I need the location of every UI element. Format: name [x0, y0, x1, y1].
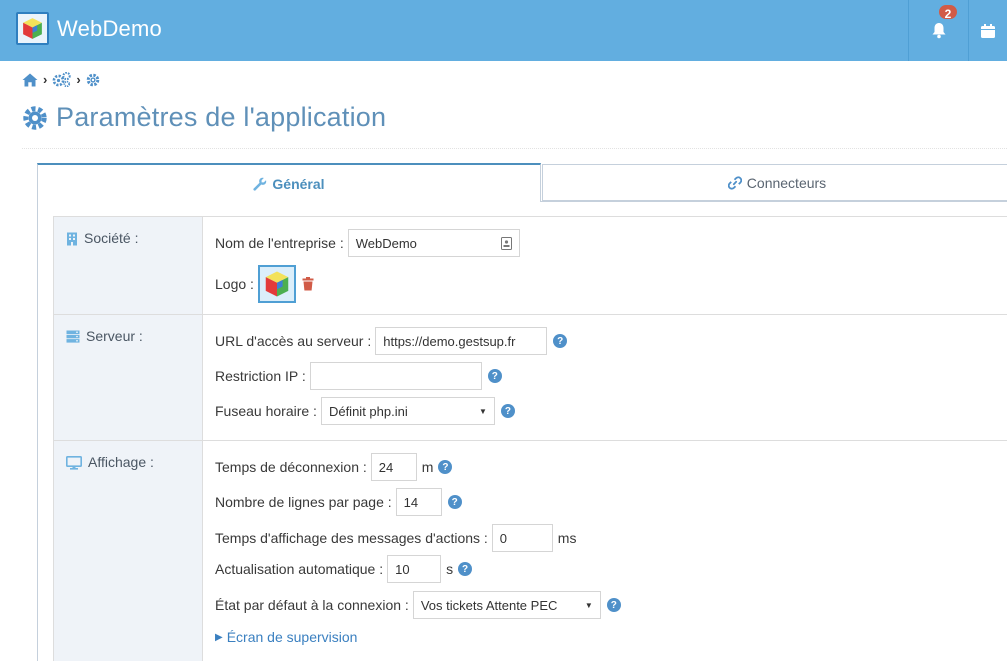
default-state-label: État par défaut à la connexion :	[215, 597, 409, 613]
message-time-label: Temps d'affichage des messages d'actions…	[215, 530, 488, 546]
company-name-label: Nom de l'entreprise :	[215, 235, 344, 251]
tab-general-label: Général	[272, 175, 325, 192]
wrench-icon	[253, 177, 267, 191]
caret-right-icon: ▶	[215, 631, 223, 643]
company-name-input[interactable]: WebDemo	[347, 229, 520, 257]
timeout-label: Temps de déconnexion :	[215, 459, 367, 475]
auto-refresh-label: Actualisation automatique :	[215, 561, 384, 577]
calendar-button[interactable]	[970, 0, 1007, 61]
section-serveur-header: Serveur :	[53, 315, 203, 440]
home-icon[interactable]	[22, 73, 38, 87]
help-icon[interactable]: ?	[553, 334, 568, 348]
breadcrumb-separator: ›	[43, 72, 48, 87]
building-icon	[67, 232, 77, 246]
settings-cog-icon	[23, 105, 47, 130]
section-affichage-body: Temps de déconnexion : 24 m ? Nombre de …	[204, 441, 1007, 661]
timeout-field: Temps de déconnexion : 24 m ?	[215, 453, 453, 481]
section-serveur: Serveur : URL d'accès au serveur : https…	[53, 314, 1007, 440]
auto-refresh-field: Actualisation automatique : 10 s ?	[215, 555, 473, 583]
timezone-field: Fuseau horaire : Définit php.ini ▼ ?	[215, 397, 515, 425]
section-societe: Société : Nom de l'entreprise : WebDemo …	[53, 216, 1007, 314]
contact-card-icon	[500, 236, 512, 250]
section-societe-body: Nom de l'entreprise : WebDemo Logo :	[204, 217, 1007, 314]
notification-badge: 2	[937, 3, 959, 21]
calendar-icon	[981, 23, 995, 38]
breadcrumb-separator: ›	[76, 72, 81, 87]
top-navbar: WebDemo 2	[0, 0, 1007, 61]
title-divider	[22, 148, 1007, 149]
section-affichage-label: Affichage :	[88, 454, 154, 470]
link-icon	[727, 175, 742, 190]
brand[interactable]: WebDemo	[16, 12, 162, 45]
logo-label: Logo :	[215, 276, 254, 292]
section-societe-header: Société :	[53, 217, 203, 314]
dropdown-caret-icon: ▼	[584, 600, 593, 610]
message-time-unit: ms	[557, 530, 577, 546]
ip-restriction-label: Restriction IP :	[215, 368, 306, 384]
help-icon[interactable]: ?	[447, 495, 462, 509]
breadcrumb: › ›	[22, 72, 100, 87]
cube-logo-icon	[265, 271, 289, 297]
auto-refresh-input[interactable]: 10	[387, 555, 442, 583]
default-state-field: État par défaut à la connexion : Vos tic…	[215, 591, 621, 619]
tab-connecteurs-label: Connecteurs	[746, 174, 827, 191]
auto-refresh-unit: s	[446, 561, 454, 577]
page-title: Paramètres de l'application	[56, 102, 387, 132]
section-serveur-body: URL d'accès au serveur : https://demo.ge…	[204, 315, 1007, 440]
desktop-icon	[66, 456, 82, 470]
supervision-link-label: Écran de supervision	[226, 629, 358, 645]
help-icon[interactable]: ?	[458, 562, 473, 576]
rows-per-page-label: Nombre de lignes par page :	[215, 494, 392, 510]
section-affichage: Affichage : Temps de déconnexion : 24 m …	[53, 440, 1007, 661]
ip-restriction-field: Restriction IP : ?	[215, 362, 502, 390]
server-url-label: URL d'accès au serveur :	[215, 333, 372, 349]
help-icon[interactable]: ?	[438, 460, 453, 474]
dropdown-caret-icon: ▼	[479, 406, 487, 416]
server-url-field: URL d'accès au serveur : https://demo.ge…	[215, 327, 568, 355]
logo-field: Logo :	[215, 265, 314, 303]
navbar-divider	[908, 0, 909, 61]
cogs-icon[interactable]	[52, 72, 72, 87]
timeout-unit: m	[421, 459, 434, 475]
help-icon[interactable]: ?	[487, 369, 502, 383]
help-icon[interactable]: ?	[606, 598, 621, 612]
server-url-input[interactable]: https://demo.gestsup.fr	[375, 327, 548, 355]
rows-per-page-input[interactable]: 14	[395, 488, 442, 516]
message-time-input[interactable]: 0	[491, 524, 553, 552]
message-time-field: Temps d'affichage des messages d'actions…	[215, 524, 576, 552]
ip-restriction-input[interactable]	[309, 362, 482, 390]
page-header: Paramètres de l'application	[22, 102, 386, 133]
section-societe-label: Société :	[84, 230, 139, 246]
bell-icon	[932, 23, 946, 39]
company-name-field: Nom de l'entreprise : WebDemo	[215, 229, 520, 257]
default-state-select[interactable]: Vos tickets Attente PEC ▼	[412, 591, 601, 619]
supervision-link[interactable]: ▶ Écran de supervision	[215, 629, 357, 645]
timezone-select[interactable]: Définit php.ini ▼	[320, 397, 495, 425]
help-icon[interactable]: ?	[500, 404, 515, 418]
company-logo-image[interactable]	[257, 265, 296, 303]
tab-general[interactable]: Général	[37, 163, 541, 202]
timezone-label: Fuseau horaire :	[215, 403, 317, 419]
navbar-divider	[968, 0, 969, 61]
timeout-input[interactable]: 24	[370, 453, 417, 481]
section-affichage-header: Affichage :	[53, 441, 203, 661]
tab-connecteurs[interactable]: Connecteurs	[542, 164, 1007, 201]
server-icon	[66, 330, 80, 343]
rows-per-page-field: Nombre de lignes par page : 14 ?	[215, 488, 462, 516]
cog-icon[interactable]	[86, 73, 100, 87]
app-logo-icon	[16, 12, 49, 45]
section-serveur-label: Serveur :	[86, 328, 143, 344]
trash-icon[interactable]	[302, 277, 314, 291]
brand-name: WebDemo	[57, 15, 162, 41]
